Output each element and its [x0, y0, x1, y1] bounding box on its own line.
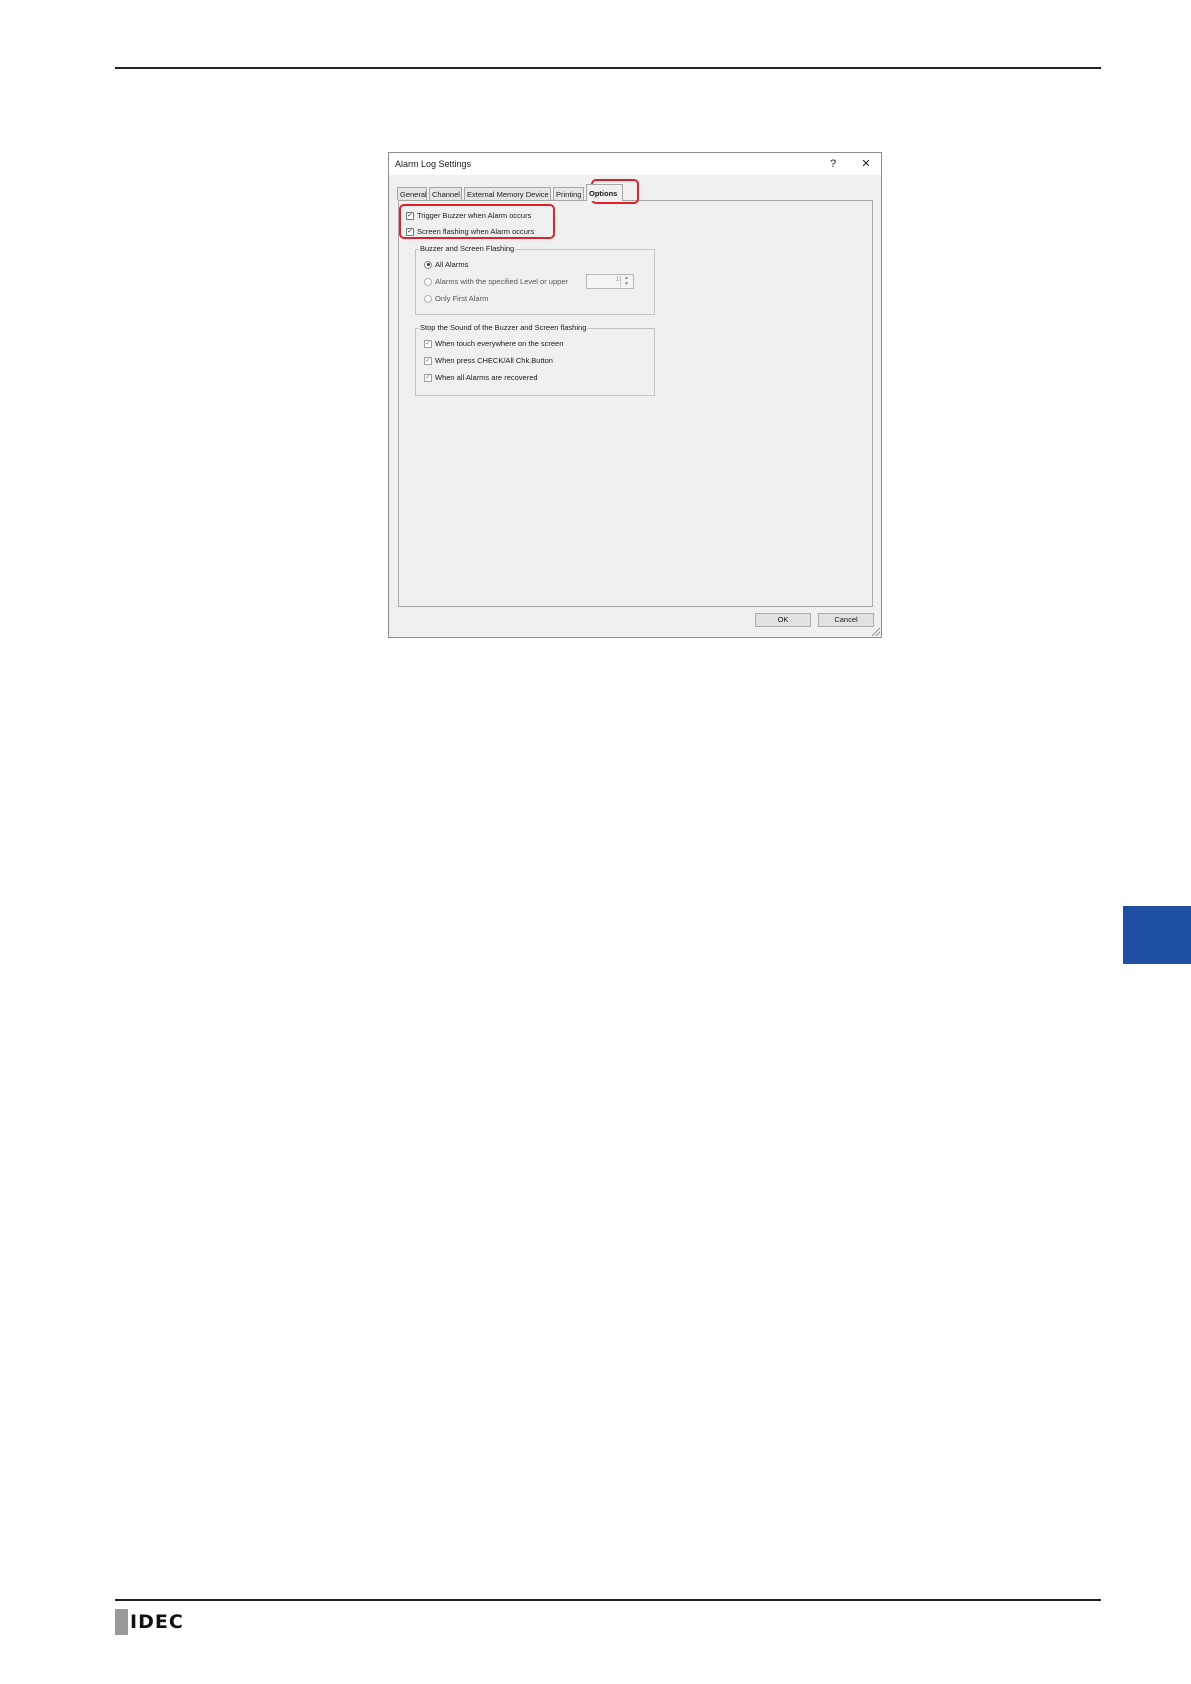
- screen-flashing-checkbox[interactable]: ✓: [406, 227, 414, 236]
- header-rule: [115, 67, 1101, 69]
- screen-flashing-label: Screen flashing when Alarm occurs: [417, 227, 535, 236]
- tab-options[interactable]: Options: [586, 184, 623, 201]
- radio-all-alarms-button[interactable]: [424, 260, 432, 269]
- radio-only-first-alarm[interactable]: Only First Alarm: [424, 294, 488, 303]
- footer-rule: [115, 1599, 1101, 1601]
- tab-general[interactable]: General: [397, 187, 427, 200]
- idec-logo: IDEC: [115, 1609, 184, 1635]
- buzzer-screen-flashing-group: Buzzer and Screen Flashing All Alarms Al…: [415, 244, 655, 315]
- logo-text: IDEC: [130, 1611, 184, 1633]
- radio-specified-level-button[interactable]: [424, 277, 432, 286]
- close-icon[interactable]: ✕: [854, 156, 878, 172]
- stop-on-recovered-option[interactable]: ✓ When all Alarms are recovered: [424, 373, 538, 382]
- trigger-buzzer-label: Trigger Buzzer when Alarm occurs: [417, 211, 532, 220]
- level-spin-input[interactable]: 1 ▲ ▼: [586, 274, 634, 289]
- radio-specified-level-label: Alarms with the specified Level or upper: [435, 277, 568, 286]
- level-value: 1: [615, 277, 619, 283]
- stop-on-touch-checkbox[interactable]: ✓: [424, 339, 432, 348]
- radio-only-first-alarm-label: Only First Alarm: [435, 294, 489, 303]
- radio-only-first-alarm-button[interactable]: [424, 294, 432, 303]
- trigger-buzzer-checkbox[interactable]: ✓: [406, 211, 414, 220]
- stop-sound-group: Stop the Sound of the Buzzer and Screen …: [415, 323, 655, 396]
- stop-on-recovered-checkbox[interactable]: ✓: [424, 373, 432, 382]
- tab-external-memory-device[interactable]: External Memory Device: [464, 187, 551, 200]
- spin-down-icon[interactable]: ▼: [620, 281, 632, 287]
- stop-group-legend: Stop the Sound of the Buzzer and Screen …: [419, 323, 588, 332]
- trigger-buzzer-option[interactable]: ✓ Trigger Buzzer when Alarm occurs: [406, 211, 531, 220]
- tab-channel[interactable]: Channel: [429, 187, 462, 200]
- resize-grip-icon[interactable]: [872, 628, 880, 636]
- help-icon[interactable]: ?: [821, 156, 845, 172]
- chapter-tab-marker: [1123, 906, 1191, 964]
- stop-on-touch-option[interactable]: ✓ When touch everywhere on the screen: [424, 339, 563, 348]
- dialog-titlebar: Alarm Log Settings ? ✕: [389, 153, 881, 175]
- tab-printing[interactable]: Printing: [553, 187, 584, 200]
- cancel-button[interactable]: Cancel: [818, 613, 874, 627]
- alarm-log-settings-dialog: Alarm Log Settings ? ✕ General Channel E…: [388, 152, 882, 638]
- radio-specified-level[interactable]: Alarms with the specified Level or upper: [424, 277, 568, 286]
- stop-on-check-button-checkbox[interactable]: ✓: [424, 356, 432, 365]
- radio-all-alarms[interactable]: All Alarms: [424, 260, 468, 269]
- ok-button[interactable]: OK: [755, 613, 811, 627]
- radio-all-alarms-label: All Alarms: [435, 260, 469, 269]
- logo-mark-icon: [115, 1609, 128, 1635]
- stop-on-check-button-option[interactable]: ✓ When press CHECK/All Chk.Button: [424, 356, 553, 365]
- stop-on-check-button-label: When press CHECK/All Chk.Button: [435, 356, 553, 365]
- tab-strip: General Channel External Memory Device P…: [397, 184, 875, 201]
- buzzer-group-legend: Buzzer and Screen Flashing: [419, 244, 516, 253]
- screen-flashing-option[interactable]: ✓ Screen flashing when Alarm occurs: [406, 227, 534, 236]
- stop-on-recovered-label: When all Alarms are recovered: [435, 373, 538, 382]
- stop-on-touch-label: When touch everywhere on the screen: [435, 339, 564, 348]
- options-panel: ✓ Trigger Buzzer when Alarm occurs ✓ Scr…: [398, 200, 873, 607]
- dialog-title: Alarm Log Settings: [395, 159, 472, 169]
